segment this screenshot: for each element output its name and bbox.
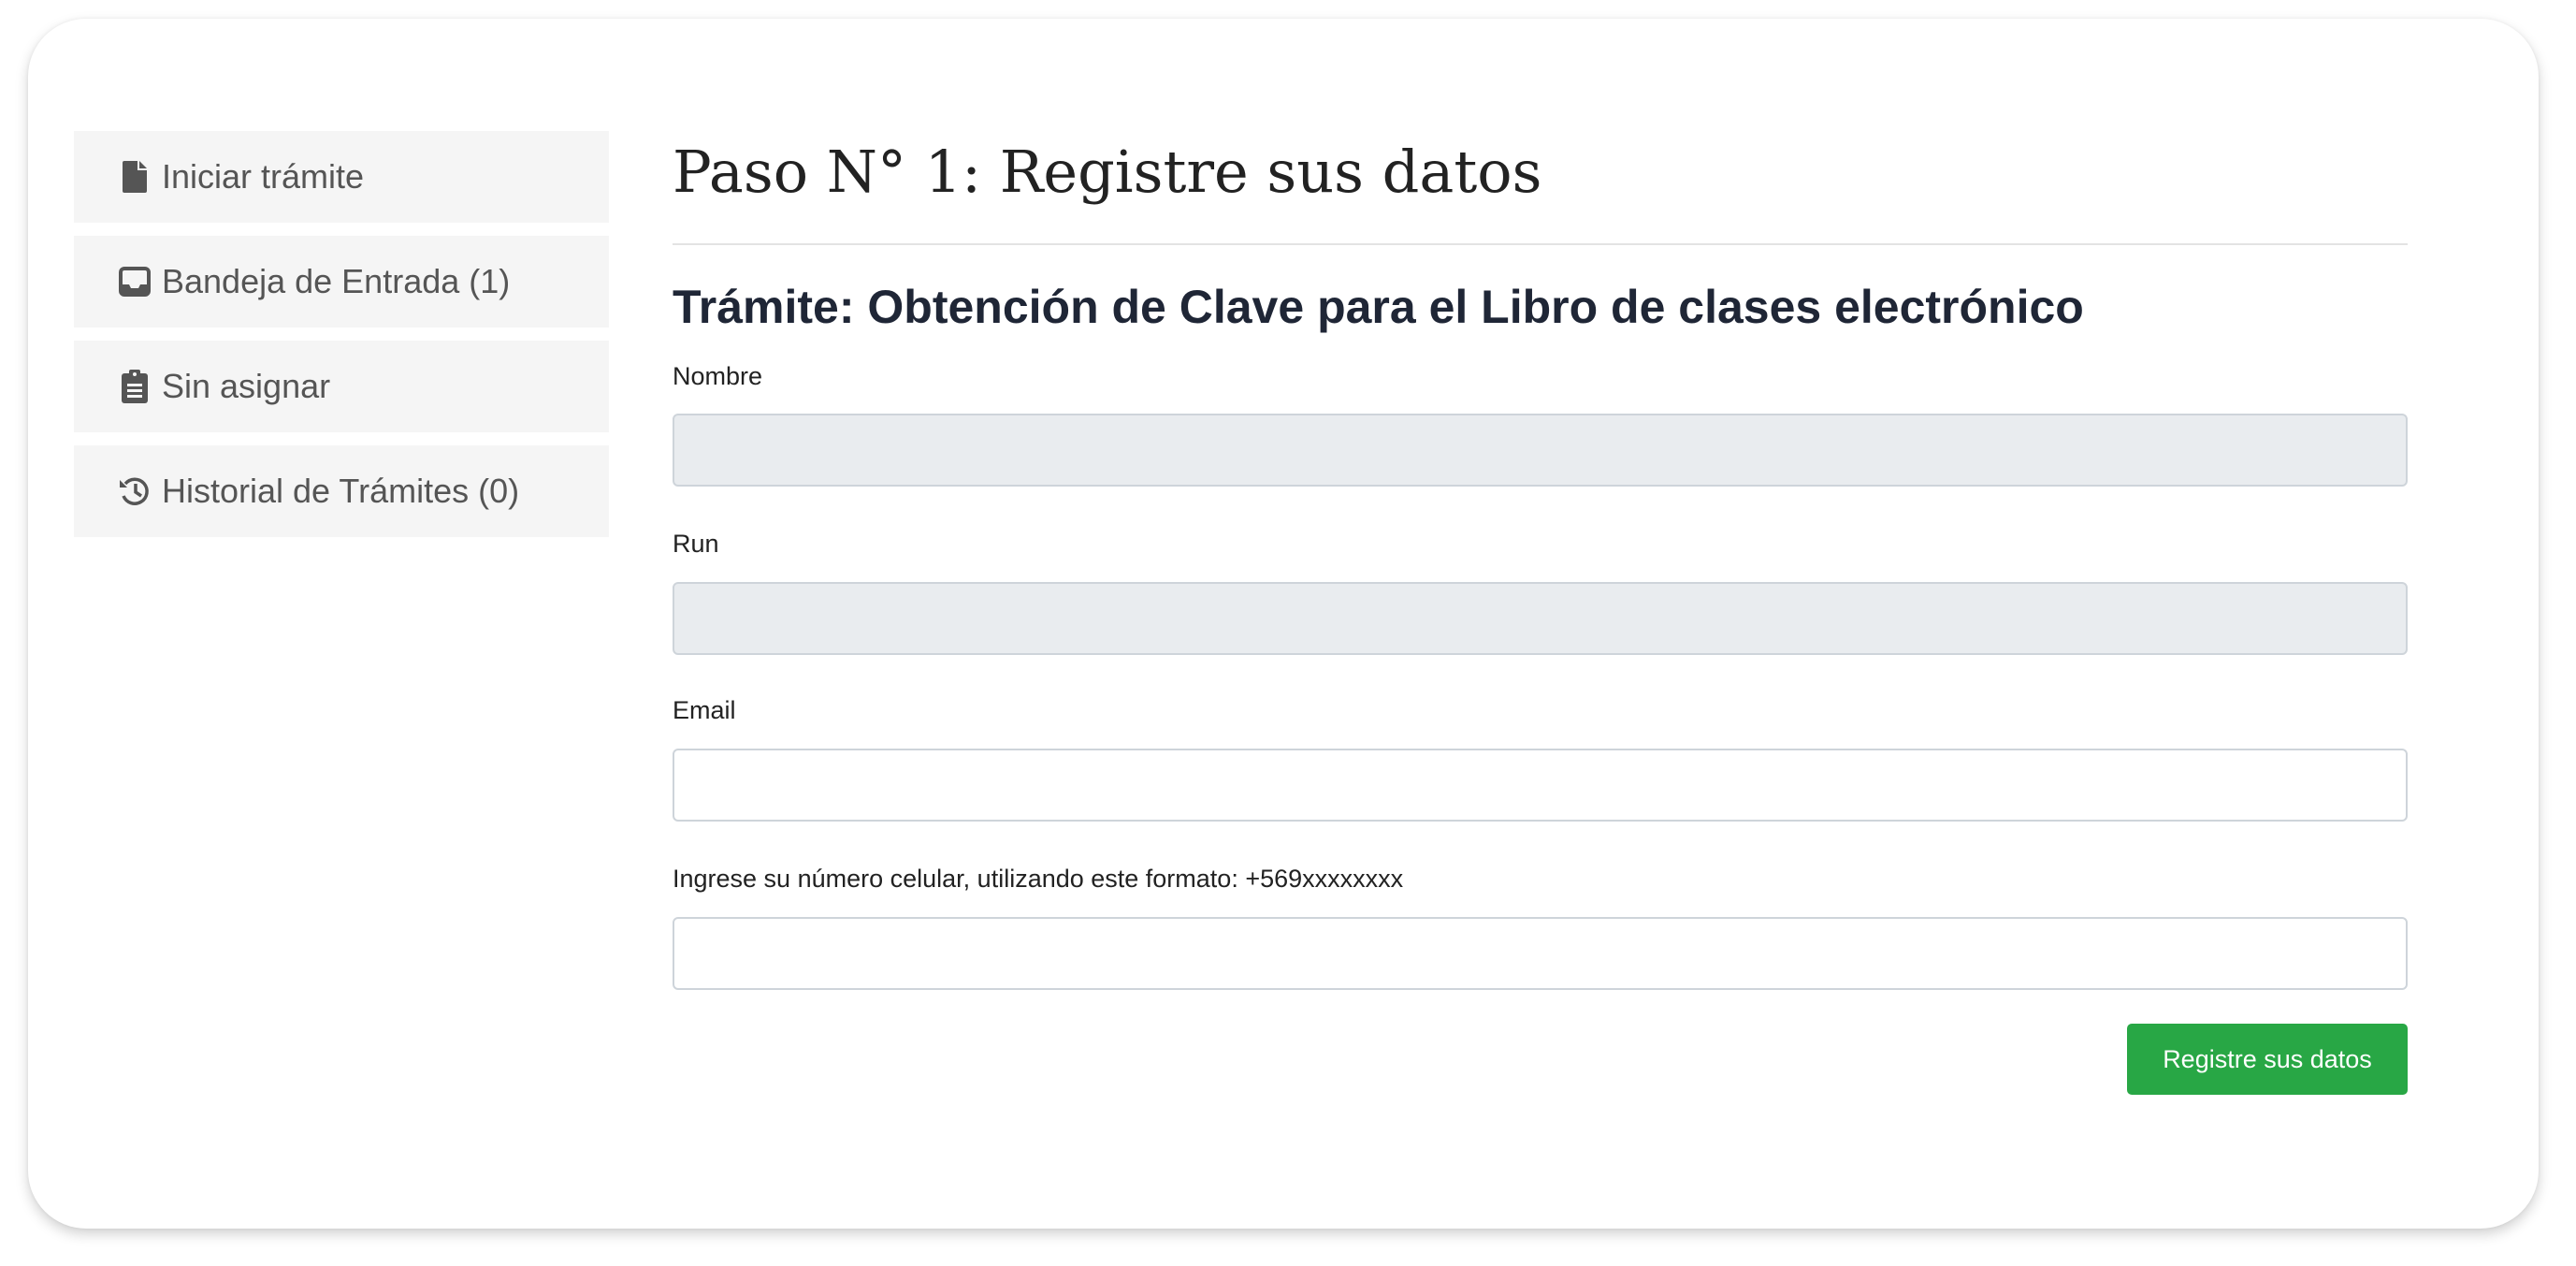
file-icon	[119, 158, 151, 196]
sidebar-item-iniciar-tramite[interactable]: Iniciar trámite	[74, 131, 609, 223]
nombre-label: Nombre	[673, 362, 763, 390]
clipboard-icon	[119, 368, 151, 405]
run-label: Run	[673, 530, 719, 558]
inbox-icon	[119, 263, 151, 300]
field-group-run: Run	[673, 527, 719, 560]
sidebar-item-label: Sin asignar	[162, 367, 331, 405]
field-group-nombre: Nombre	[673, 359, 762, 393]
sidebar-item-label: Bandeja de Entrada (1)	[162, 262, 511, 300]
sidebar-item-label: Iniciar trámite	[162, 157, 365, 196]
field-group-celular: Ingrese su número celular, utilizando es…	[673, 862, 1403, 895]
sidebar-item-bandeja-de-entrada[interactable]: Bandeja de Entrada (1)	[74, 236, 609, 327]
sidebar: Iniciar trámite Bandeja de Entrada (1) S…	[74, 131, 609, 550]
celular-field[interactable]	[673, 917, 2408, 990]
field-group-email: Email	[673, 693, 736, 727]
tramite-subtitle: Trámite: Obtención de Clave para el Libr…	[673, 281, 2084, 333]
celular-label: Ingrese su número celular, utilizando es…	[673, 865, 1404, 893]
registre-sus-datos-button[interactable]: Registre sus datos	[2127, 1024, 2408, 1095]
run-field[interactable]	[673, 582, 2408, 655]
sidebar-item-sin-asignar[interactable]: Sin asignar	[74, 341, 609, 432]
email-label: Email	[673, 696, 736, 724]
email-field[interactable]	[673, 749, 2408, 822]
form-panel: Paso N° 1: Registre sus datos Trámite: O…	[673, 131, 2408, 1095]
page-title: Paso N° 1: Registre sus datos	[673, 138, 1542, 206]
title-divider	[673, 243, 2408, 245]
history-icon	[119, 473, 151, 510]
sidebar-item-label: Historial de Trámites (0)	[162, 472, 520, 510]
nombre-field[interactable]	[673, 414, 2408, 487]
sidebar-item-historial-de-tramites[interactable]: Historial de Trámites (0)	[74, 445, 609, 537]
